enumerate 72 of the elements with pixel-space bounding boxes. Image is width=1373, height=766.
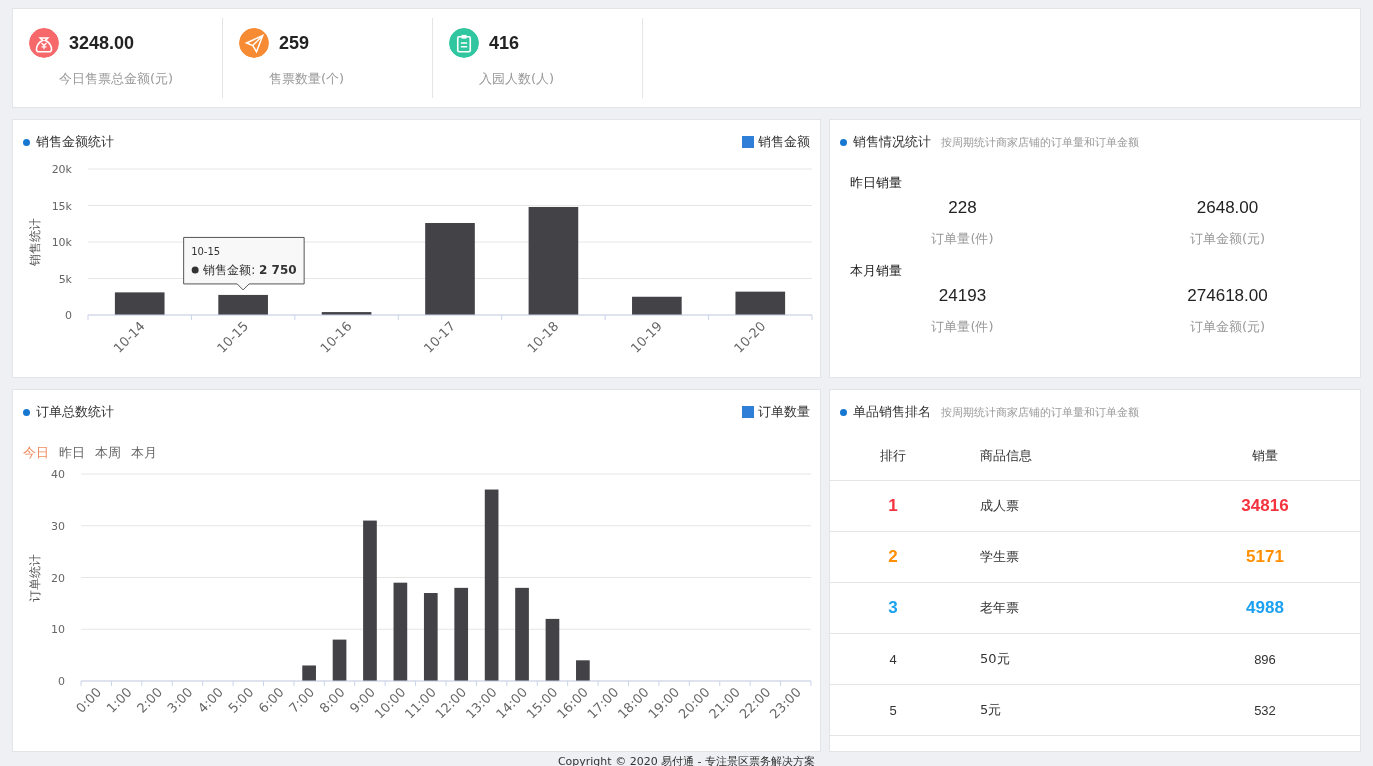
product-cell: 老年票 xyxy=(956,582,1170,634)
axis-title: 销售统计 xyxy=(28,218,42,266)
bar xyxy=(332,639,347,681)
stat-label: 售票数量(个) xyxy=(268,70,346,88)
stat-label: 今日售票总金额(元) xyxy=(58,70,175,88)
rank-cell: 1 xyxy=(830,480,956,532)
axis-label: 30 xyxy=(51,519,65,533)
panel-title: 订单总数统计 xyxy=(36,403,114,421)
column-header: 商品信息 xyxy=(956,432,1170,481)
summary-label: 订单量(件) xyxy=(931,230,994,248)
panel-title: 单品销售排名 xyxy=(853,403,931,421)
tooltip: 10-15 销售金额: 2 750 xyxy=(183,236,305,291)
product-cell: 学生票 xyxy=(956,531,1170,583)
product-cell: 5元 xyxy=(956,684,1170,736)
axis-title: 订单统计 xyxy=(28,553,42,602)
bar xyxy=(735,291,786,315)
rank-cell: 4 xyxy=(830,633,956,685)
panel-subtitle: 按周期统计商家店铺的订单量和订单金额 xyxy=(941,134,1139,150)
axis-label: 20k xyxy=(51,163,72,176)
summary-value: 24193 xyxy=(938,286,987,306)
panel-subtitle: 按周期统计商家店铺的订单量和订单金额 xyxy=(941,404,1139,420)
rank-cell: 3 xyxy=(830,582,956,634)
stat-value: 416 xyxy=(489,32,520,54)
summary-value: 274618.00 xyxy=(1187,286,1268,306)
legend-label: 销售金额 xyxy=(758,133,810,151)
panel-title: 销售情况统计 xyxy=(853,133,931,151)
legend-swatch xyxy=(742,136,754,148)
column-header: 销量 xyxy=(1170,432,1360,481)
axis-label: 40 xyxy=(51,468,65,481)
period-tab[interactable]: 本月 xyxy=(131,444,157,462)
group-title: 昨日销量 xyxy=(849,174,903,192)
product-cell: 50元 xyxy=(956,633,1170,685)
sales-cell: 4988 xyxy=(1170,582,1360,634)
sales-cell: 532 xyxy=(1170,684,1360,736)
axis-label: 5k xyxy=(58,272,72,286)
bar xyxy=(302,665,316,681)
stat-value: 259 xyxy=(279,32,310,54)
bar xyxy=(545,618,560,681)
legend-swatch xyxy=(742,406,754,418)
bar xyxy=(114,292,165,315)
axis-label: 0 xyxy=(65,309,72,322)
dot-icon xyxy=(840,408,847,416)
summary-label: 订单金额(元) xyxy=(1189,230,1266,248)
summary-label: 订单金额(元) xyxy=(1189,318,1266,336)
axis-label: 15k xyxy=(51,199,72,213)
axis-label: 10 xyxy=(51,623,65,637)
rank-cell: 5 xyxy=(830,684,956,736)
axis-label: 20 xyxy=(51,571,65,585)
sales-cell: 5171 xyxy=(1170,531,1360,583)
panel-title: 销售金额统计 xyxy=(36,133,114,151)
axis-label: 0 xyxy=(58,675,65,688)
group-title: 本月销量 xyxy=(849,262,903,280)
sales-cell: 34816 xyxy=(1170,480,1360,532)
dot-icon xyxy=(23,408,30,416)
summary-value: 228 xyxy=(948,198,977,218)
bar xyxy=(321,312,372,315)
stat-label: 入园人数(人) xyxy=(478,70,556,88)
dot-icon xyxy=(840,138,847,146)
period-tab[interactable]: 本周 xyxy=(95,444,121,462)
dot-icon xyxy=(23,138,30,146)
stat-value: 3248.00 xyxy=(69,32,135,54)
summary-label: 订单量(件) xyxy=(931,318,994,336)
column-header: 排行 xyxy=(830,432,956,481)
axis-label: 10k xyxy=(51,236,72,249)
summary-value: 2648.00 xyxy=(1196,198,1259,218)
product-cell: 成人票 xyxy=(956,480,1170,532)
sales-cell: 896 xyxy=(1170,633,1360,685)
bar xyxy=(218,294,268,315)
rank-cell: 2 xyxy=(830,531,956,583)
legend-label: 订单数量 xyxy=(758,403,810,421)
bar xyxy=(576,660,590,681)
period-tab[interactable]: 昨日 xyxy=(59,444,85,462)
